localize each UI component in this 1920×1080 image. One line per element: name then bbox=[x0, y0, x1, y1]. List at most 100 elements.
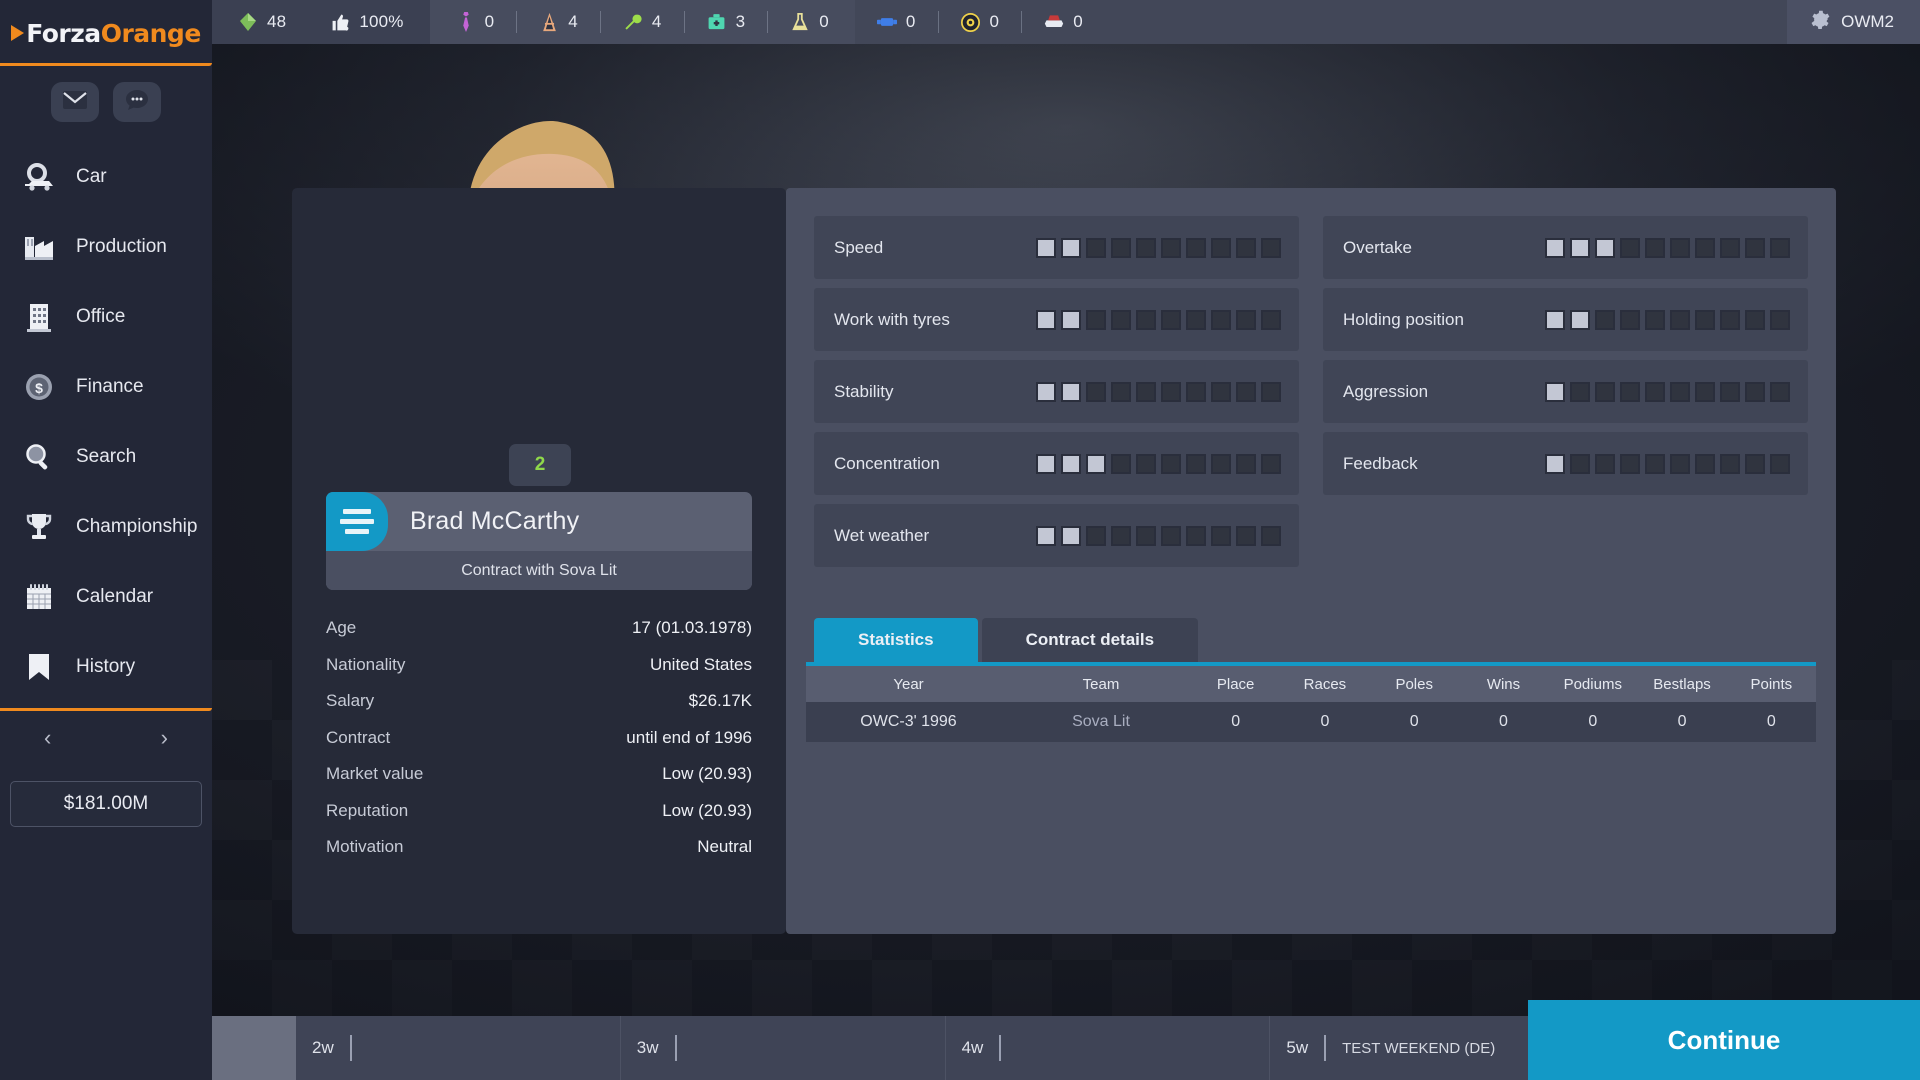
resource-wrench[interactable]: 4 bbox=[601, 0, 684, 44]
envelope-icon bbox=[63, 90, 87, 114]
skill-row: Holding position bbox=[1323, 288, 1808, 351]
attribute-value: United States bbox=[649, 654, 752, 674]
pip-empty bbox=[1111, 381, 1131, 402]
sidebar-item-car[interactable]: Car bbox=[0, 142, 212, 212]
engineer-icon bbox=[539, 12, 559, 32]
tab-statistics[interactable]: Statistics bbox=[814, 618, 978, 662]
pip-filled bbox=[1545, 381, 1565, 402]
settings-label: OWM2 bbox=[1841, 12, 1894, 31]
driver-name-row: Brad McCarthy bbox=[326, 492, 752, 551]
pip-filled bbox=[1061, 309, 1081, 330]
resource-morale[interactable]: 100% bbox=[308, 0, 425, 44]
bookmark-icon bbox=[22, 650, 56, 684]
table-column-header[interactable]: Wins bbox=[1459, 676, 1548, 693]
attribute-value: Low (20.93) bbox=[662, 764, 752, 784]
table-row[interactable]: OWC-3' 1996 Sova Lit 0 0 0 0 0 0 0 bbox=[806, 702, 1816, 742]
timeline-week[interactable]: 2w bbox=[296, 1016, 621, 1080]
resource-car[interactable]: 0 bbox=[855, 0, 938, 44]
resource-tyre[interactable]: 0 bbox=[939, 0, 1022, 44]
pip-empty bbox=[1261, 525, 1281, 546]
coin-dollar-icon: $ bbox=[22, 370, 56, 404]
table-column-header[interactable]: Poles bbox=[1370, 676, 1459, 693]
skill-row: Stability bbox=[814, 360, 1299, 423]
detail-tabs: Statistics Contract details bbox=[814, 618, 1199, 662]
pip-empty bbox=[1670, 453, 1690, 474]
table-column-header[interactable]: Bestlaps bbox=[1637, 676, 1726, 693]
sidebar-next-button[interactable]: › bbox=[161, 725, 168, 751]
pip-empty bbox=[1720, 309, 1740, 330]
sidebar-item-production[interactable]: Production bbox=[0, 212, 212, 282]
resource-engine[interactable]: 0 bbox=[1022, 0, 1105, 44]
sidebar-item-finance[interactable]: $ Finance bbox=[0, 352, 212, 422]
sidebar-item-label: Search bbox=[76, 446, 137, 467]
app-logo[interactable]: Forza Orange bbox=[0, 0, 212, 66]
sidebar-item-label: Production bbox=[76, 236, 167, 257]
pip-empty bbox=[1745, 309, 1765, 330]
timeline-week[interactable]: 3w bbox=[620, 1016, 946, 1080]
attribute-key: Nationality bbox=[326, 654, 406, 674]
attribute-row: Motivation Neutral bbox=[326, 829, 752, 866]
skill-rating-pips bbox=[1545, 453, 1790, 474]
pip-empty bbox=[1695, 453, 1715, 474]
sidebar-item-calendar[interactable]: Calendar bbox=[0, 562, 212, 632]
resource-flask[interactable]: 0 bbox=[768, 0, 851, 44]
sidebar-prev-button[interactable]: ‹ bbox=[44, 725, 51, 751]
resource-engineer[interactable]: 4 bbox=[517, 0, 600, 44]
pip-empty bbox=[1770, 453, 1790, 474]
pip-empty bbox=[1595, 453, 1615, 474]
mail-button[interactable] bbox=[51, 82, 99, 122]
gem-icon bbox=[238, 12, 258, 32]
pip-empty bbox=[1186, 237, 1206, 258]
tab-contract-details[interactable]: Contract details bbox=[981, 618, 1199, 662]
pip-empty bbox=[1695, 381, 1715, 402]
table-column-header[interactable]: Year bbox=[806, 676, 1011, 693]
table-column-header[interactable]: Races bbox=[1280, 676, 1369, 693]
pip-empty bbox=[1745, 237, 1765, 258]
table-column-header[interactable]: Team bbox=[1011, 676, 1191, 693]
pip-empty bbox=[1136, 309, 1156, 330]
pip-empty bbox=[1186, 381, 1206, 402]
timeline-week[interactable]: 4w bbox=[945, 1016, 1271, 1080]
pip-empty bbox=[1136, 237, 1156, 258]
pip-empty bbox=[1570, 381, 1590, 402]
skill-label: Overtake bbox=[1343, 237, 1412, 257]
skills-column-left: Speed Work with tyres Stability Concentrati… bbox=[814, 216, 1299, 567]
continue-button[interactable]: Continue bbox=[1528, 1000, 1920, 1080]
resource-tie[interactable]: 0 bbox=[434, 0, 517, 44]
resource-tyre-value: 0 bbox=[989, 12, 1000, 31]
skill-label: Concentration bbox=[834, 453, 940, 473]
settings-button[interactable]: OWM2 bbox=[1787, 0, 1920, 44]
pip-filled bbox=[1036, 525, 1056, 546]
resource-medkit[interactable]: 3 bbox=[685, 0, 768, 44]
pip-empty bbox=[1161, 309, 1181, 330]
table-column-header[interactable]: Place bbox=[1191, 676, 1280, 693]
sidebar-item-championship[interactable]: Championship bbox=[0, 492, 212, 562]
sidebar-item-search[interactable]: Search bbox=[0, 422, 212, 492]
pip-filled bbox=[1545, 453, 1565, 474]
resource-wrench-value: 4 bbox=[651, 12, 662, 31]
skill-row: Aggression bbox=[1323, 360, 1808, 423]
pip-filled bbox=[1545, 237, 1565, 258]
resource-group-staff: 0 4 4 3 0 bbox=[429, 0, 855, 44]
office-building-icon bbox=[22, 300, 56, 334]
pip-empty bbox=[1161, 453, 1181, 474]
timeline-week-label: 3w bbox=[636, 1038, 659, 1057]
timeline-week-label: 2w bbox=[312, 1038, 334, 1057]
tyre-icon bbox=[961, 12, 981, 32]
flask-icon bbox=[790, 12, 810, 32]
resource-gem[interactable]: 48 bbox=[216, 0, 308, 44]
skill-row: Wet weather bbox=[814, 504, 1299, 567]
logo-underline bbox=[0, 63, 212, 66]
pip-empty bbox=[1620, 309, 1640, 330]
sidebar-item-history[interactable]: History bbox=[0, 632, 212, 702]
chat-button[interactable] bbox=[113, 82, 161, 122]
pip-filled bbox=[1545, 309, 1565, 330]
pip-empty bbox=[1111, 309, 1131, 330]
table-column-header[interactable]: Podiums bbox=[1548, 676, 1637, 693]
tie-icon bbox=[456, 12, 476, 32]
table-cell: 0 bbox=[1677, 713, 1687, 730]
sidebar-item-office[interactable]: Office bbox=[0, 282, 212, 352]
pip-empty bbox=[1211, 381, 1231, 402]
pip-empty bbox=[1136, 453, 1156, 474]
table-column-header[interactable]: Points bbox=[1727, 676, 1816, 693]
